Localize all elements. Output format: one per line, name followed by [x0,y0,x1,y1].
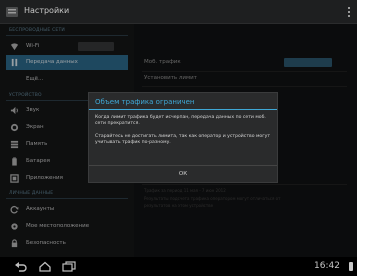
back-icon[interactable] [14,261,28,272]
app-title: Настройки [24,6,70,15]
home-icon[interactable] [38,261,52,272]
overflow-menu-icon[interactable] [347,5,351,19]
dialog-title-divider [89,109,277,110]
dialog-title: Объем трафика ограничен [95,98,195,106]
dialog-message-1: Когда лимит трафика будет исчерпан, пере… [95,115,266,126]
dialog-message-2: Старайтесь не достигать лимита, так как … [95,134,271,145]
tablet-screen: Настройки БЕСПРОВОДНЫЕ СЕТИ Wi-Fi Переда… [0,0,357,276]
battery-status-icon [349,262,353,271]
action-bar: Настройки [0,0,357,24]
clock: 16:42 [314,261,340,271]
settings-icon[interactable] [5,5,19,19]
recent-apps-icon[interactable] [62,261,76,272]
system-bar: 16:42 [0,257,357,276]
ok-button[interactable]: ОК [89,166,277,182]
limit-dialog: Объем трафика ограничен Когда лимит траф… [88,92,278,183]
